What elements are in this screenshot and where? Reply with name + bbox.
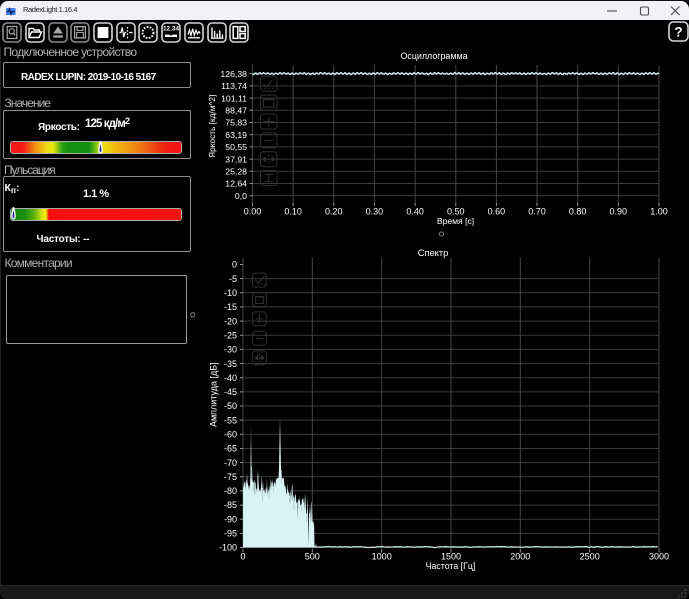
svg-text:3000: 3000 <box>649 552 669 562</box>
svg-text:-85: -85 <box>224 500 237 510</box>
svg-text:-65: -65 <box>224 444 237 454</box>
svg-text:0.70: 0.70 <box>528 207 546 217</box>
svg-text:0: 0 <box>240 552 245 562</box>
svg-text:-5: -5 <box>229 274 237 284</box>
svg-text:0: 0 <box>232 260 237 270</box>
svg-text:0.40: 0.40 <box>406 207 424 217</box>
svg-text:-50: -50 <box>224 401 237 411</box>
svg-text:-55: -55 <box>224 415 237 425</box>
svg-text:113,74: 113,74 <box>221 81 247 91</box>
svg-text:126,38: 126,38 <box>220 69 247 79</box>
svg-text:-10: -10 <box>224 288 237 298</box>
svg-text:Амплитуда [дБ]: Амплитуда [дБ] <box>209 362 219 427</box>
svg-text:0.00: 0.00 <box>244 207 262 217</box>
svg-text:0.10: 0.10 <box>284 207 302 217</box>
svg-text:-20: -20 <box>224 316 237 326</box>
svg-text:0,0: 0,0 <box>235 191 247 201</box>
svg-text:-35: -35 <box>224 359 237 369</box>
svg-text:0.80: 0.80 <box>569 207 587 217</box>
svg-text:-100: -100 <box>219 543 237 553</box>
svg-text:1.00: 1.00 <box>650 207 668 217</box>
svg-text:-30: -30 <box>224 345 237 355</box>
svg-text:500: 500 <box>305 552 320 562</box>
svg-text:-70: -70 <box>224 458 237 468</box>
svg-text:0.90: 0.90 <box>610 207 628 217</box>
svg-text:37,91: 37,91 <box>225 154 247 164</box>
svg-text:0.20: 0.20 <box>325 207 343 217</box>
svg-text:2500: 2500 <box>580 552 600 562</box>
svg-text:Спектр: Спектр <box>418 248 449 258</box>
svg-text:1000: 1000 <box>372 552 392 562</box>
svg-text:Яркость [кд/м^2]: Яркость [кд/м^2] <box>207 95 217 158</box>
svg-text:-25: -25 <box>224 330 237 340</box>
svg-text:88,47: 88,47 <box>225 106 247 116</box>
svg-text:-15: -15 <box>224 302 237 312</box>
svg-text:-60: -60 <box>224 430 237 440</box>
svg-text:25,28: 25,28 <box>225 167 247 177</box>
svg-text:2000: 2000 <box>510 552 530 562</box>
svg-text:-95: -95 <box>224 529 237 539</box>
svg-text:0.60: 0.60 <box>488 207 506 217</box>
svg-text:101,11: 101,11 <box>221 93 247 103</box>
svg-text:-80: -80 <box>224 486 237 496</box>
svg-text:75,83: 75,83 <box>225 118 247 128</box>
svg-text:-45: -45 <box>224 387 237 397</box>
svg-text:Частота [Гц]: Частота [Гц] <box>426 561 476 571</box>
svg-text:Время [с]: Время [с] <box>437 216 474 226</box>
svg-text:0.30: 0.30 <box>366 207 384 217</box>
svg-text:63,19: 63,19 <box>225 130 247 140</box>
svg-text:-90: -90 <box>224 514 237 524</box>
svg-text:Осциллограмма: Осциллограмма <box>400 51 467 61</box>
svg-text:1500: 1500 <box>441 552 461 562</box>
svg-text:-40: -40 <box>224 373 237 383</box>
svg-text:12,64: 12,64 <box>225 179 247 189</box>
svg-text:50,55: 50,55 <box>225 142 247 152</box>
svg-text:0.50: 0.50 <box>447 207 465 217</box>
svg-text:-75: -75 <box>224 472 237 482</box>
